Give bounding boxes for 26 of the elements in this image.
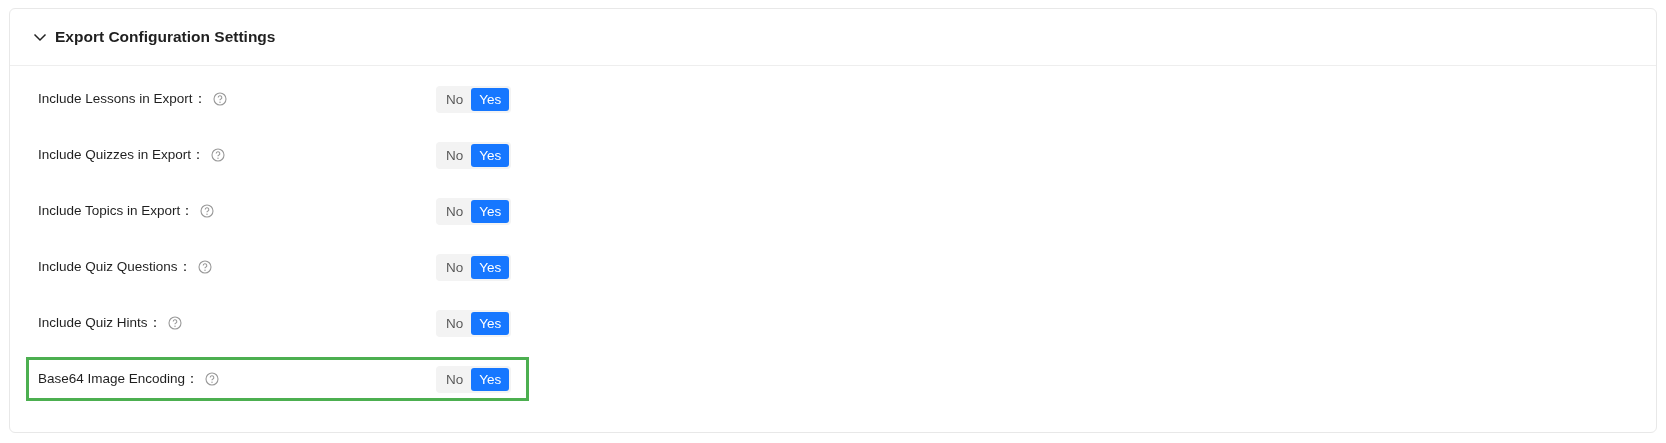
help-icon[interactable] — [211, 148, 226, 162]
setting-label: Include Quiz Hints： — [38, 314, 162, 332]
option-button[interactable]: No — [438, 255, 472, 279]
option-button[interactable]: No — [438, 367, 472, 391]
option-button[interactable]: No — [438, 87, 472, 111]
help-icon[interactable] — [205, 372, 220, 386]
help-icon[interactable] — [167, 316, 182, 330]
panel-header[interactable]: Export Configuration Settings — [10, 9, 1656, 66]
setting-label: Include Lessons in Export： — [38, 90, 207, 108]
setting-label: Include Quiz Questions： — [38, 258, 192, 276]
option-button[interactable]: Yes — [471, 311, 510, 335]
option-button[interactable]: No — [438, 199, 472, 223]
setting-label: Include Quizzes in Export： — [38, 146, 206, 164]
option-button[interactable]: Yes — [471, 255, 510, 279]
option-button[interactable]: No — [438, 143, 472, 167]
help-icon[interactable] — [197, 260, 212, 274]
option-button[interactable]: No — [438, 311, 472, 335]
setting-label: Include Topics in Export： — [38, 202, 195, 220]
option-button[interactable]: Yes — [471, 367, 510, 391]
help-icon[interactable] — [200, 204, 215, 218]
option-button[interactable]: Yes — [471, 87, 510, 111]
panel-title: Export Configuration Settings — [55, 28, 276, 46]
setting-label: Base64 Image Encoding： — [38, 370, 200, 388]
option-button[interactable]: Yes — [471, 143, 510, 167]
option-button[interactable]: Yes — [471, 199, 510, 223]
help-icon[interactable] — [212, 92, 227, 106]
